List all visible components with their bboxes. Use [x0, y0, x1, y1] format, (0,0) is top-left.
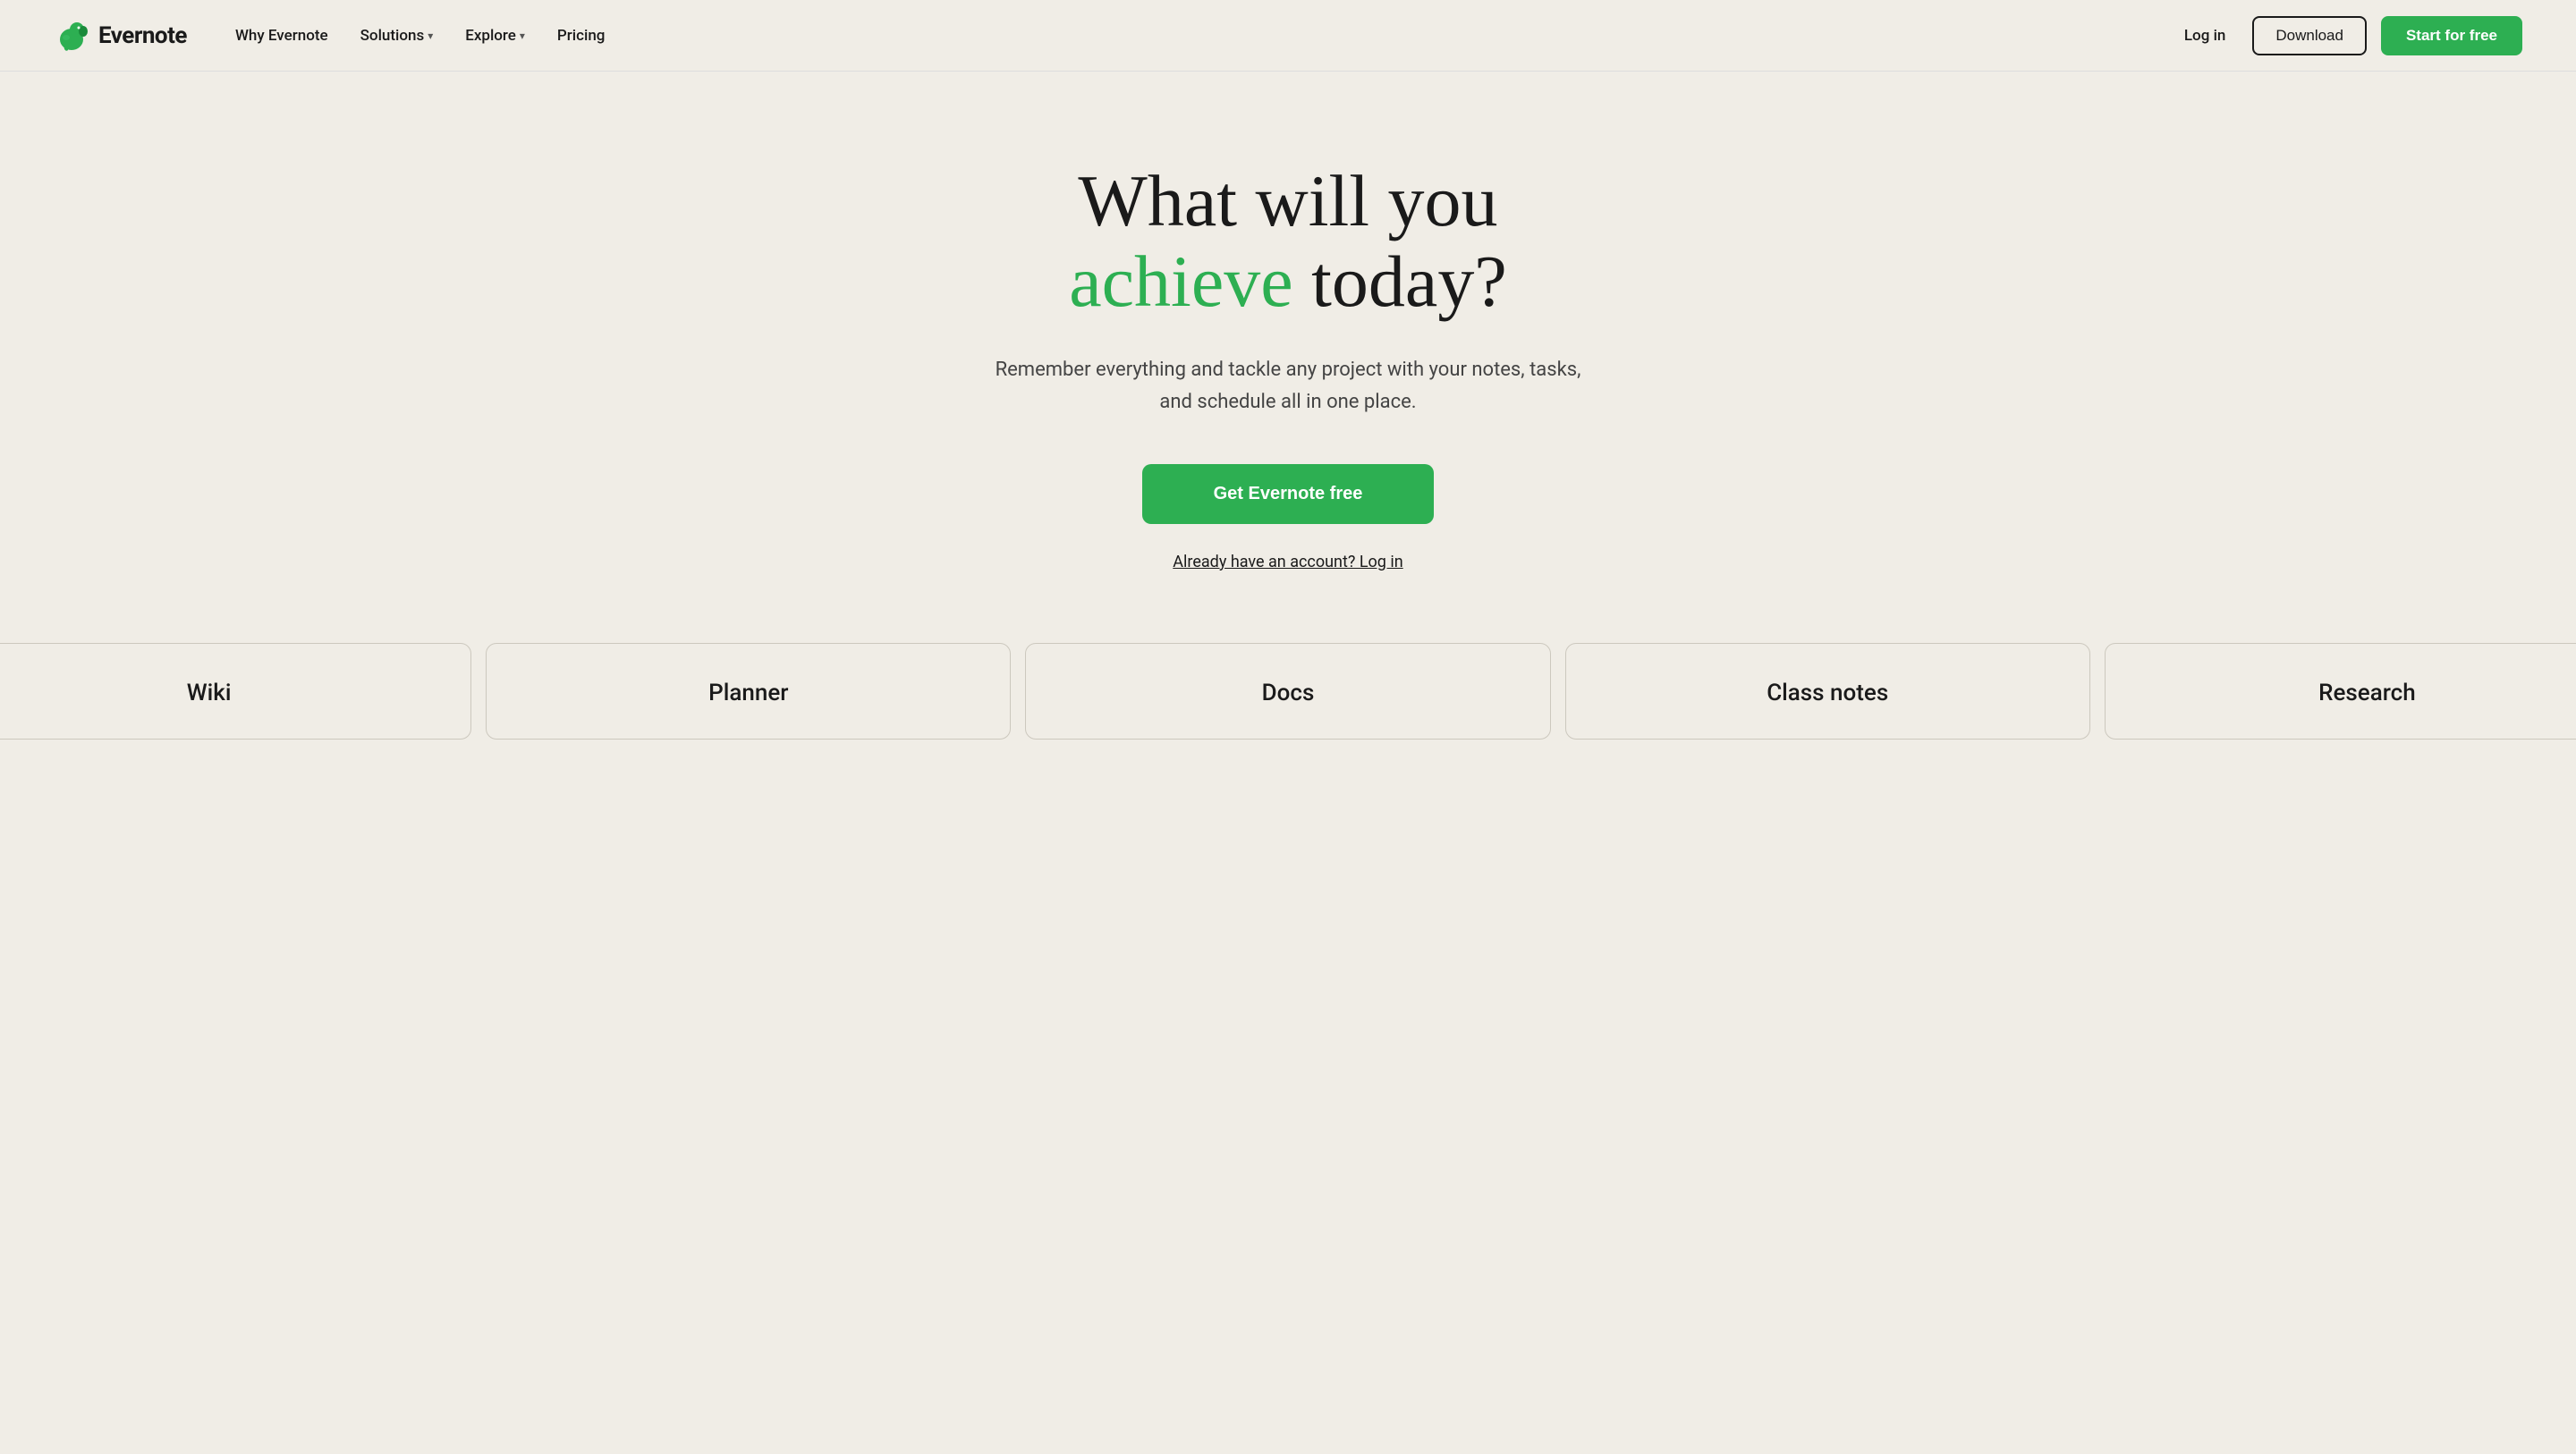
already-have-account-link[interactable]: Already have an account? Log in — [1173, 553, 1402, 571]
logo-text: Evernote — [98, 22, 187, 49]
hero-subtitle: Remember everything and tackle any proje… — [984, 354, 1592, 417]
header: Evernote Why Evernote Solutions ▾ Explor… — [0, 0, 2576, 72]
card-wiki[interactable]: Wiki — [0, 643, 471, 740]
nav-item-solutions[interactable]: Solutions ▾ — [348, 20, 446, 52]
evernote-logo-icon — [54, 18, 89, 54]
nav-item-explore[interactable]: Explore ▾ — [453, 20, 538, 52]
header-left: Evernote Why Evernote Solutions ▾ Explor… — [54, 18, 617, 54]
nav-item-pricing[interactable]: Pricing — [545, 20, 618, 52]
card-planner[interactable]: Planner — [486, 643, 1011, 740]
card-research[interactable]: Research — [2105, 643, 2576, 740]
solutions-chevron-icon: ▾ — [428, 30, 433, 42]
get-evernote-free-button[interactable]: Get Evernote free — [1142, 464, 1435, 524]
explore-chevron-icon: ▾ — [520, 30, 525, 42]
main-content: What will you achieve today? Remember ev… — [0, 72, 2576, 740]
logo-link[interactable]: Evernote — [54, 18, 187, 54]
nav-item-why-evernote[interactable]: Why Evernote — [223, 20, 341, 52]
hero-section: What will you achieve today? Remember ev… — [0, 72, 2576, 643]
start-for-free-button[interactable]: Start for free — [2381, 16, 2522, 55]
feature-cards-row: Wiki Planner Docs Class notes Research — [0, 643, 2576, 740]
header-right: Log in Download Start for free — [2172, 16, 2522, 55]
main-nav: Why Evernote Solutions ▾ Explore ▾ Prici… — [223, 20, 617, 52]
download-button[interactable]: Download — [2252, 16, 2367, 55]
card-class-notes[interactable]: Class notes — [1565, 643, 2090, 740]
card-docs[interactable]: Docs — [1025, 643, 1550, 740]
hero-title: What will you achieve today? — [1069, 161, 1506, 322]
login-button[interactable]: Log in — [2172, 20, 2238, 52]
